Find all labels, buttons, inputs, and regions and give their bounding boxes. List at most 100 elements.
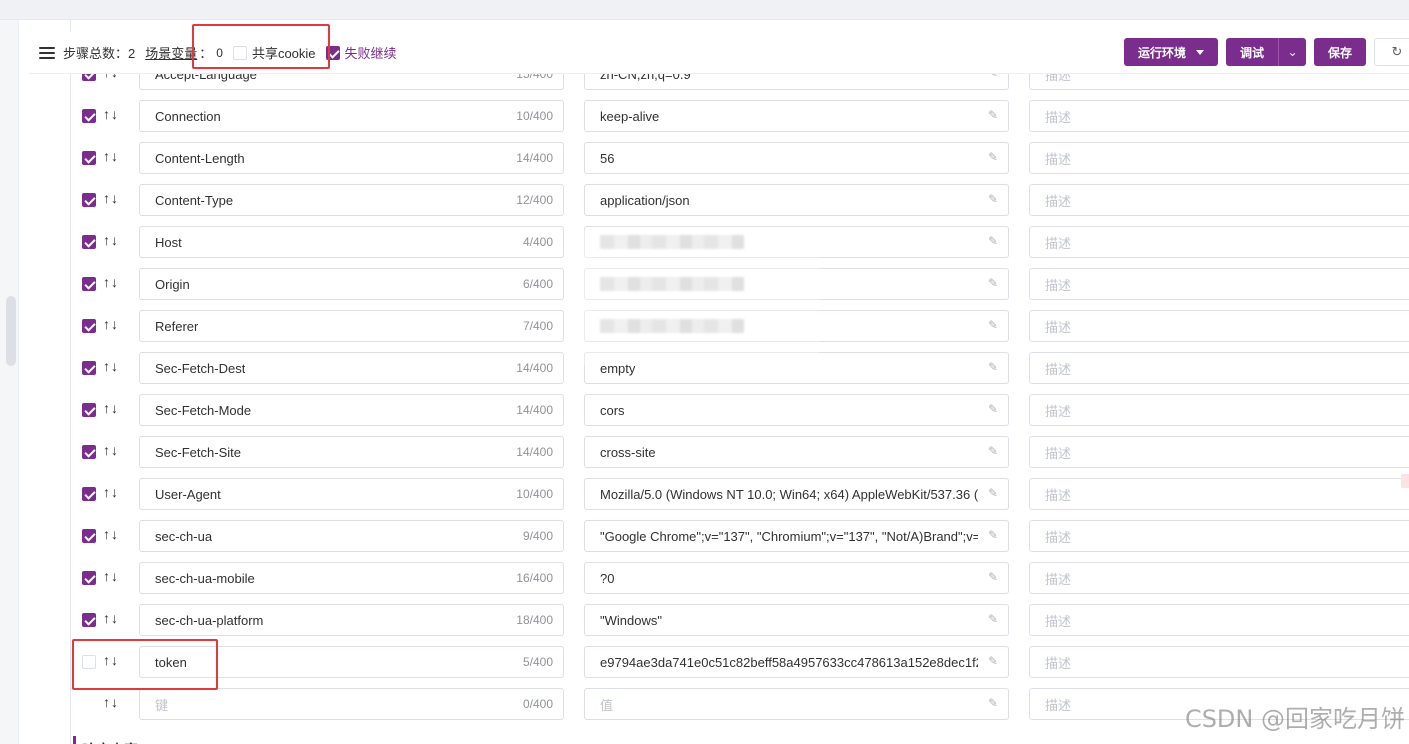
row-enable-checkbox[interactable] [82,445,96,459]
row-enable-checkbox[interactable] [82,655,96,669]
header-description-input[interactable]: 描述 [1029,268,1409,300]
header-description-input[interactable]: 描述 [1029,646,1409,678]
edit-icon[interactable]: ✎ [988,696,998,710]
header-value-input[interactable]: "Windows" ✎ [584,604,1009,636]
header-key-char-count: 16/400 [516,571,553,585]
header-description-input[interactable]: 描述 [1029,436,1409,468]
edit-icon[interactable]: ✎ [988,528,998,542]
header-key-input[interactable]: Connection 10/400 [139,100,564,132]
row-enable-checkbox[interactable] [82,193,96,207]
header-key-input[interactable]: Content-Type 12/400 [139,184,564,216]
reorder-arrows-icon[interactable]: ↑↓ [103,442,119,458]
header-key-input[interactable]: Sec-Fetch-Site 14/400 [139,436,564,468]
edit-icon[interactable]: ✎ [988,654,998,668]
header-description-input[interactable]: 描述 [1029,478,1409,510]
edit-icon[interactable]: ✎ [988,192,998,206]
debug-button[interactable]: 调试 [1225,38,1278,66]
run-environment-button[interactable]: 运行环境 [1123,38,1218,66]
header-key-input[interactable]: Referer 7/400 [139,310,564,342]
fail-continue-label[interactable]: 失败继续 [345,43,397,62]
header-key-input[interactable]: Origin 6/400 [139,268,564,300]
header-value-input[interactable]: "Google Chrome";v="137", "Chromium";v="1… [584,520,1009,552]
header-description-input[interactable]: 描述 [1029,100,1409,132]
header-description-input[interactable]: 描述 [1029,520,1409,552]
reorder-arrows-icon[interactable]: ↑↓ [103,526,119,542]
reorder-arrows-icon[interactable]: ↑↓ [103,106,119,122]
sidebar-resize-handle[interactable] [6,296,16,366]
header-key-input[interactable]: sec-ch-ua-mobile 16/400 [139,562,564,594]
edit-icon[interactable]: ✎ [988,234,998,248]
edit-icon[interactable]: ✎ [988,570,998,584]
share-cookie-label[interactable]: 共享cookie [252,43,316,62]
share-cookie-checkbox[interactable] [232,45,247,60]
row-enable-checkbox[interactable] [82,571,96,585]
header-key-input[interactable]: Host 4/400 [139,226,564,258]
header-value-input[interactable]: keep-alive ✎ [584,100,1009,132]
edit-icon[interactable]: ✎ [988,276,998,290]
reorder-arrows-icon[interactable]: ↑↓ [103,652,119,668]
scene-variables-link[interactable]: 场景变量 [145,43,197,62]
row-enable-checkbox[interactable] [82,361,96,375]
header-value-input[interactable]: ?0 ✎ [584,562,1009,594]
header-key-input[interactable]: Sec-Fetch-Mode 14/400 [139,394,564,426]
reorder-arrows-icon[interactable]: ↑↓ [103,358,119,374]
header-description-input[interactable]: 描述 [1029,142,1409,174]
header-value-input[interactable]: e9794ae3da741e0c51c82beff58a4957633cc478… [584,646,1009,678]
header-key-input[interactable]: User-Agent 10/400 [139,478,564,510]
header-description-input[interactable]: 描述 [1029,604,1409,636]
header-description-input[interactable]: 描述 [1029,310,1409,342]
header-key-input[interactable]: 键 0/400 [139,688,564,720]
fail-continue-checkbox[interactable] [325,45,340,60]
save-button[interactable]: 保存 [1313,38,1366,66]
row-enable-checkbox[interactable] [82,277,96,291]
header-row: ↑↓ Connection 10/400 keep-alive ✎ 描述 [71,100,1409,132]
reorder-arrows-icon[interactable]: ↑↓ [103,316,119,332]
header-value-input[interactable]: application/json ✎ [584,184,1009,216]
header-description-input[interactable]: 描述 [1029,352,1409,384]
refresh-button[interactable]: ↻ [1374,38,1409,66]
row-enable-checkbox[interactable] [82,487,96,501]
edit-icon[interactable]: ✎ [988,318,998,332]
reorder-arrows-icon[interactable]: ↑↓ [103,694,119,710]
edit-icon[interactable]: ✎ [988,150,998,164]
reorder-arrows-icon[interactable]: ↑↓ [103,148,119,164]
header-value-input[interactable]: cors ✎ [584,394,1009,426]
reorder-arrows-icon[interactable]: ↑↓ [103,484,119,500]
header-value-input[interactable]: cross-site ✎ [584,436,1009,468]
row-enable-checkbox[interactable] [82,529,96,543]
row-enable-checkbox[interactable] [82,613,96,627]
edit-icon[interactable]: ✎ [988,108,998,122]
row-enable-checkbox[interactable] [82,109,96,123]
header-key-input[interactable]: sec-ch-ua-platform 18/400 [139,604,564,636]
header-key-input[interactable]: token 5/400 [139,646,564,678]
header-description-input[interactable]: 描述 [1029,226,1409,258]
header-key-input[interactable]: Sec-Fetch-Dest 14/400 [139,352,564,384]
row-enable-checkbox[interactable] [82,151,96,165]
header-value-input[interactable]: Mozilla/5.0 (Windows NT 10.0; Win64; x64… [584,478,1009,510]
menu-icon[interactable] [39,46,55,59]
edit-icon[interactable]: ✎ [988,444,998,458]
response-section-title: 响应内容 [73,736,138,744]
header-value-input[interactable]: 56 ✎ [584,142,1009,174]
header-description-input[interactable]: 描述 [1029,184,1409,216]
header-description-input[interactable]: 描述 [1029,562,1409,594]
row-enable-checkbox[interactable] [82,319,96,333]
edit-icon[interactable]: ✎ [988,612,998,626]
reorder-arrows-icon[interactable]: ↑↓ [103,274,119,290]
row-enable-checkbox[interactable] [82,235,96,249]
edit-icon[interactable]: ✎ [988,402,998,416]
reorder-arrows-icon[interactable]: ↑↓ [103,190,119,206]
row-enable-checkbox[interactable] [82,403,96,417]
reorder-arrows-icon[interactable]: ↑↓ [103,232,119,248]
header-key-input[interactable]: Content-Length 14/400 [139,142,564,174]
edit-icon[interactable]: ✎ [988,486,998,500]
reorder-arrows-icon[interactable]: ↑↓ [103,568,119,584]
scene-variables-count: 0 [216,45,223,60]
header-value-input[interactable]: 值 ✎ [584,688,1009,720]
reorder-arrows-icon[interactable]: ↑↓ [103,610,119,626]
debug-dropdown-button[interactable]: ⌄ [1277,38,1306,66]
header-key-input[interactable]: sec-ch-ua 9/400 [139,520,564,552]
edit-icon[interactable]: ✎ [988,360,998,374]
reorder-arrows-icon[interactable]: ↑↓ [103,400,119,416]
header-description-input[interactable]: 描述 [1029,394,1409,426]
